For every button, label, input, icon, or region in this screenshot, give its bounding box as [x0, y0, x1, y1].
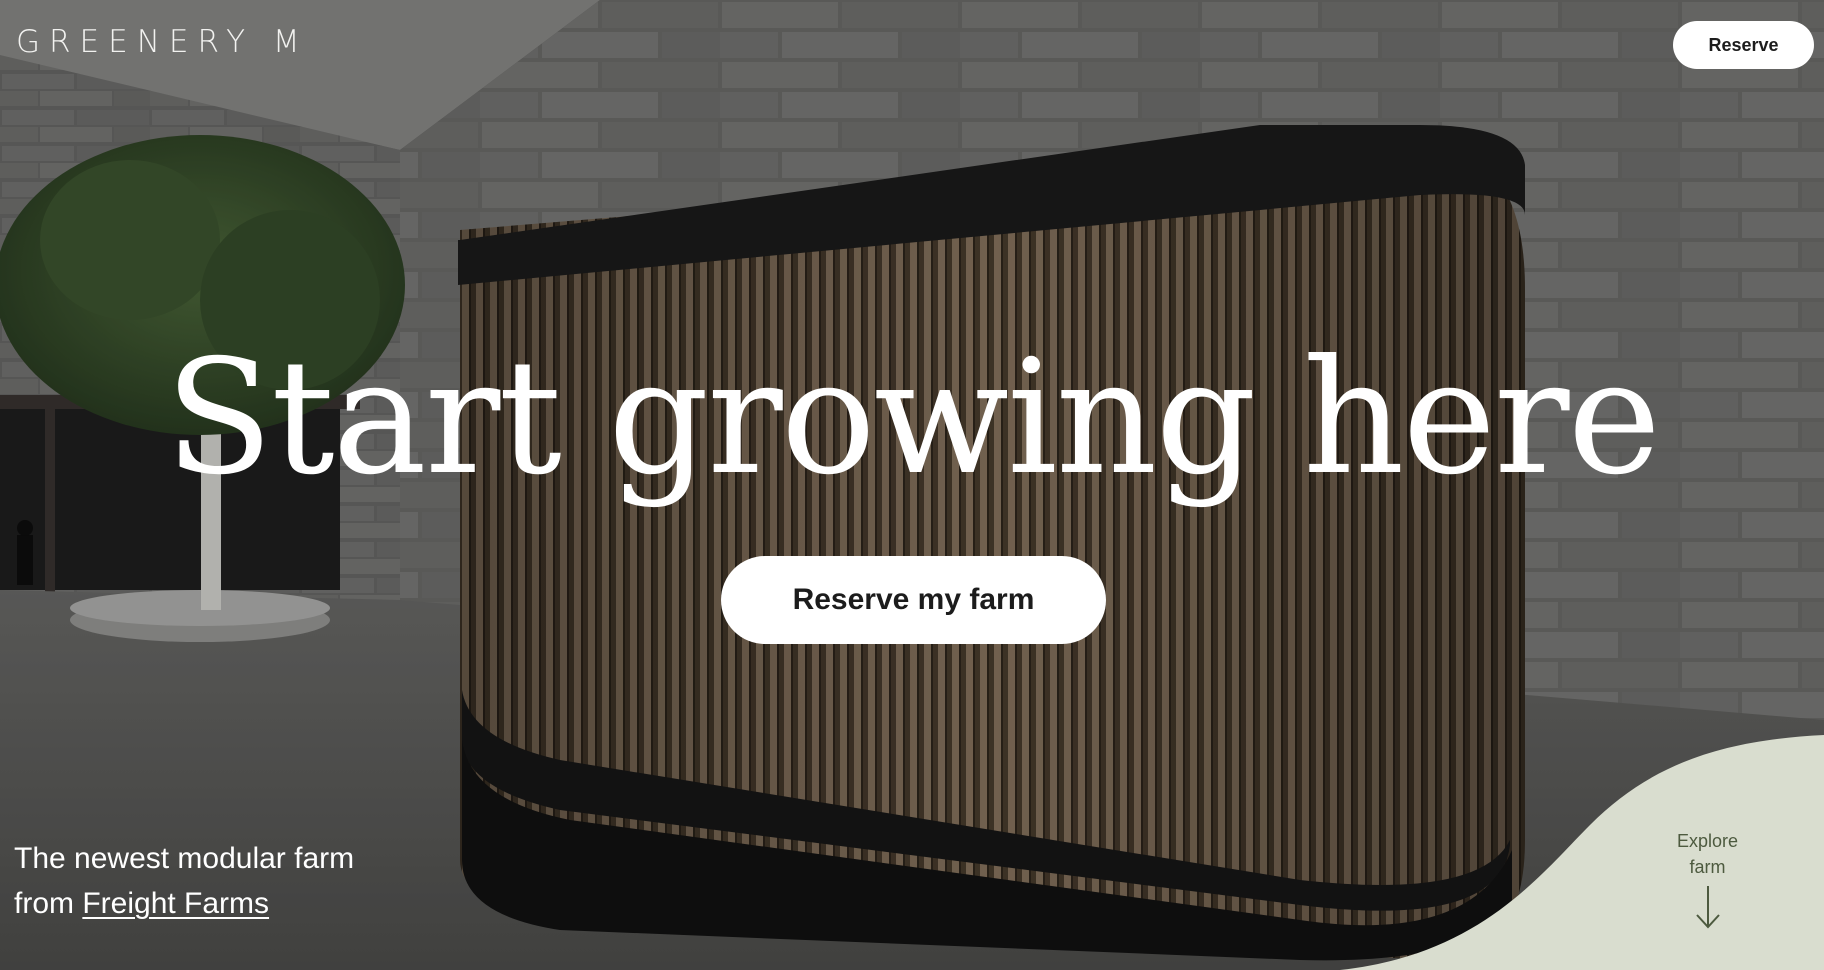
tagline: The newest modular farm from Freight Far… — [14, 836, 354, 926]
hero-title: Start growing here — [0, 328, 1824, 508]
hero-title-text: Start growing here — [164, 326, 1661, 510]
tagline-prefix: from — [14, 887, 83, 920]
explore-farm-link[interactable]: Explore farm — [1660, 828, 1755, 880]
explore-line1: Explore — [1676, 831, 1739, 851]
tagline-line1: The newest modular farm — [14, 842, 355, 875]
tagline-line2: from Freight Farms — [14, 881, 354, 926]
freight-farms-link[interactable]: Freight Farms — [82, 887, 269, 920]
explore-line2: farm — [1689, 857, 1726, 877]
arrow-down-icon[interactable] — [1693, 884, 1723, 930]
header-reserve-button[interactable]: Reserve — [1673, 21, 1814, 69]
brand-logo[interactable]: GREENERY M — [16, 24, 309, 60]
reserve-my-farm-button[interactable]: Reserve my farm — [721, 556, 1106, 644]
